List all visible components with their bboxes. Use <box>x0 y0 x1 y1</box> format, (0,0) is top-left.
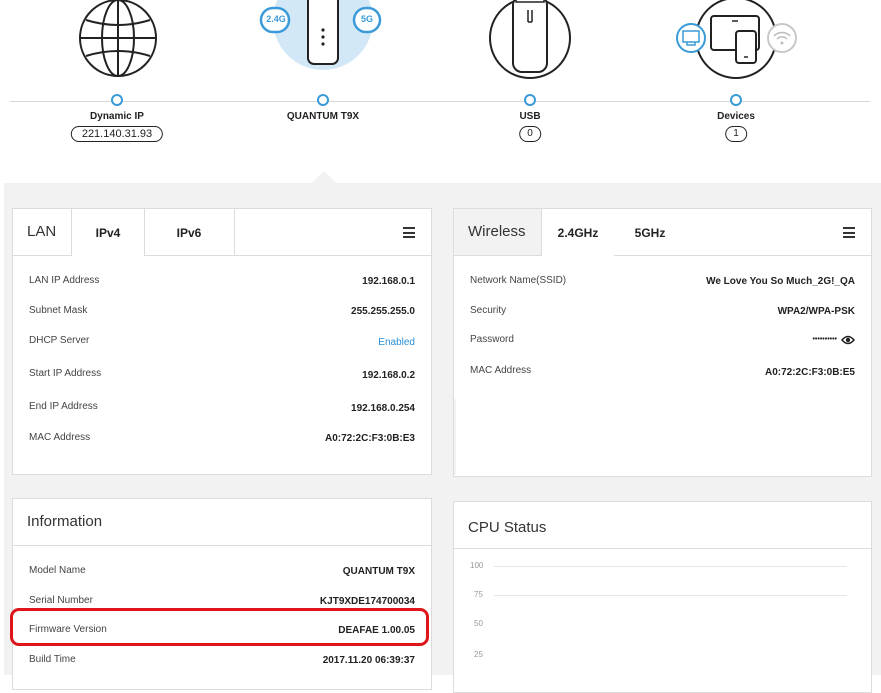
wireless-row: Network Name(SSID) We Love You So Much_2G… <box>470 275 855 289</box>
lan-value: 192.168.0.2 <box>362 370 415 381</box>
usb-count-badge: 0 <box>519 126 541 142</box>
router-label: QUANTUM T9X <box>286 111 360 122</box>
devices-icon[interactable] <box>670 0 810 84</box>
build-time-value: 2017.11.20 06:39:37 <box>322 655 415 666</box>
lan-key: End IP Address <box>29 401 98 412</box>
internet-connector-dot <box>111 94 123 106</box>
cpu-status-card: CPU Status 100 75 50 25 <box>453 501 872 693</box>
network-topology: Dynamic IP 221.140.31.93 2.4G 5G QUANTUM… <box>0 0 881 183</box>
lan-row: DHCP Server Enabled <box>29 335 415 349</box>
lan-row: End IP Address 192.168.0.254 <box>29 401 415 415</box>
globe-icon[interactable] <box>78 0 158 82</box>
cpu-grid-line <box>494 595 847 596</box>
cpu-y-tick: 100 <box>470 561 484 570</box>
dhcp-status-link[interactable]: Enabled <box>378 337 415 348</box>
info-row: Serial Number KJT9XDE174700034 <box>29 595 415 609</box>
selection-pointer <box>311 171 337 183</box>
cpu-title: CPU Status <box>468 519 547 536</box>
wireless-card: Wireless 2.4GHz 5GHz Network Name(SSID) W… <box>453 208 872 477</box>
wireless-title: Wireless <box>468 223 526 240</box>
lan-key: MAC Address <box>29 432 91 443</box>
devices-count-badge: 1 <box>725 126 747 142</box>
wireless-key: Network Name(SSID) <box>470 275 567 286</box>
router-icon[interactable] <box>258 0 388 72</box>
lan-row: Start IP Address 192.168.0.2 <box>29 368 415 382</box>
wireless-row: MAC Address A0:72:2C:F3:0B:E5 <box>470 365 855 379</box>
lan-key: DHCP Server <box>29 335 90 346</box>
lan-value: 192.168.0.254 <box>351 403 415 414</box>
router-connector-dot <box>317 94 329 106</box>
usb-connector-dot <box>524 94 536 106</box>
password-value: •••••••••• <box>812 336 837 343</box>
lan-key: Start IP Address <box>29 368 102 379</box>
serial-number-value: KJT9XDE174700034 <box>319 596 415 607</box>
tab-ipv4[interactable]: IPv4 <box>71 209 145 256</box>
cpu-card-header: CPU Status <box>454 502 871 549</box>
lan-value: 255.255.255.0 <box>351 306 415 317</box>
info-key: Model Name <box>29 565 86 576</box>
wlan-mac-value: A0:72:2C:F3:0B:E5 <box>764 367 855 378</box>
wireless-key: Security <box>470 305 507 316</box>
cpu-y-tick: 50 <box>474 619 483 628</box>
band-24g-badge[interactable]: 2.4G <box>262 14 290 24</box>
tab-24ghz[interactable]: 2.4GHz <box>541 209 615 256</box>
lan-key: Subnet Mask <box>29 305 88 316</box>
usb-label: USB <box>519 111 541 122</box>
eye-icon[interactable] <box>841 334 855 346</box>
wan-ip-badge: 221.140.31.93 <box>70 126 164 142</box>
cpu-y-tick: 75 <box>474 590 483 599</box>
wireless-row: Security WPA2/WPA-PSK <box>470 305 855 319</box>
lan-value: A0:72:2C:F3:0B:E3 <box>324 433 415 444</box>
devices-connector-dot <box>730 94 742 106</box>
ssid-value: We Love You So Much_2G!_QA <box>706 276 855 287</box>
internet-label: Dynamic IP <box>90 111 144 122</box>
lan-card: LAN IPv4 IPv6 LAN IP Address 192.168.0.1 … <box>12 208 432 475</box>
devices-label: Devices <box>717 111 755 122</box>
info-key: Serial Number <box>29 595 93 606</box>
usb-icon[interactable] <box>480 0 580 84</box>
info-row: Build Time 2017.11.20 06:39:37 <box>29 654 415 668</box>
cpu-grid-line <box>494 566 847 567</box>
wireless-menu-icon[interactable] <box>843 227 855 241</box>
lan-value: 192.168.0.1 <box>362 276 415 287</box>
wireless-card-header: Wireless 2.4GHz 5GHz <box>454 209 871 256</box>
cpu-y-tick: 25 <box>474 650 483 659</box>
lan-row: LAN IP Address 192.168.0.1 <box>29 275 415 289</box>
information-card-header: Information <box>13 499 431 546</box>
tab-5ghz[interactable]: 5GHz <box>614 209 686 255</box>
wireless-row: Password •••••••••• <box>470 334 855 348</box>
wireless-key: Password <box>470 334 514 345</box>
lan-card-header: LAN IPv4 IPv6 <box>13 209 431 256</box>
lan-key: LAN IP Address <box>29 275 100 286</box>
band-5g-badge[interactable]: 5G <box>354 14 380 24</box>
info-row: Model Name QUANTUM T9X <box>29 565 415 579</box>
info-key: Build Time <box>29 654 76 665</box>
information-card: Information Model Name QUANTUM T9X Serial… <box>12 498 432 690</box>
wireless-left-strip <box>454 399 456 475</box>
lan-menu-icon[interactable] <box>403 227 415 241</box>
lan-title: LAN <box>27 223 57 240</box>
model-name-value: QUANTUM T9X <box>342 566 415 577</box>
security-value: WPA2/WPA-PSK <box>777 306 855 317</box>
lan-row: Subnet Mask 255.255.255.0 <box>29 305 415 319</box>
information-title: Information <box>27 513 103 530</box>
tab-ipv6[interactable]: IPv6 <box>144 209 235 255</box>
wireless-key: MAC Address <box>470 365 532 376</box>
lan-row: MAC Address A0:72:2C:F3:0B:E3 <box>29 432 415 446</box>
firmware-highlight-box <box>10 608 429 646</box>
